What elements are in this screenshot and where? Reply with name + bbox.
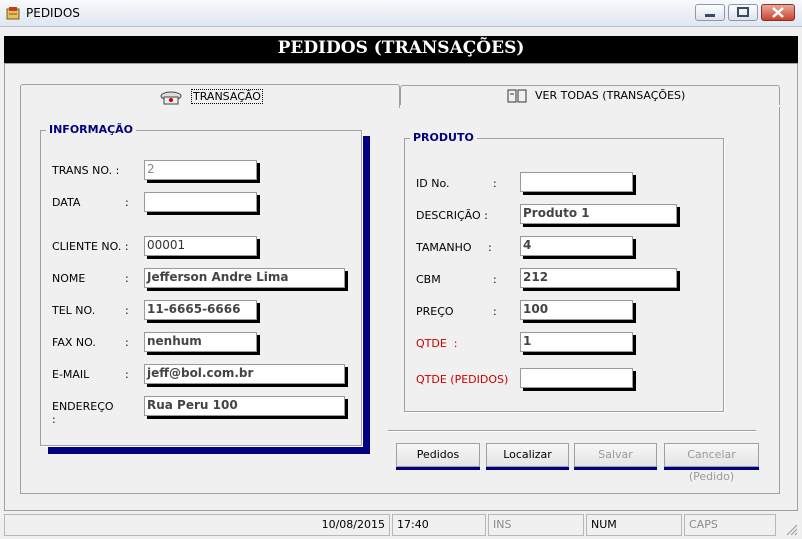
resize-grip-icon[interactable] <box>784 522 798 536</box>
maximize-icon <box>737 7 749 17</box>
telephone-icon <box>160 91 182 105</box>
tamanho-field[interactable]: 4 <box>520 236 633 256</box>
book-icon <box>507 89 527 103</box>
tab-ver-todas[interactable]: VER TODAS (TRANSAÇÕES) <box>400 85 780 105</box>
endereco-label: ENDEREÇO <box>52 400 114 413</box>
tab-transacao-label: TRANSAÇÃO <box>191 89 263 104</box>
endereco-field[interactable]: Rua Peru 100 <box>144 396 345 416</box>
descricao-label: DESCRIÇÃO : <box>416 209 488 222</box>
status-caps: CAPS <box>684 514 776 536</box>
close-icon <box>772 7 784 18</box>
fax-no-field[interactable]: nenhum <box>144 332 257 352</box>
qtde-label: QTDE : <box>416 337 458 350</box>
trans-no-field[interactable]: 2 <box>144 160 257 180</box>
pedidos-button[interactable]: Pedidos <box>396 443 480 467</box>
cbm-label: CBM <box>416 273 441 286</box>
fax-no-label: FAX NO. <box>52 336 96 349</box>
email-field[interactable]: jeff@bol.com.br <box>144 364 345 384</box>
page-title: PEDIDOS (TRANSAÇÕES) <box>277 38 525 58</box>
status-ins: INS <box>488 514 584 536</box>
informacao-title: INFORMAÇÃO <box>46 123 137 136</box>
nome-colon: : <box>125 272 129 285</box>
status-num: NUM <box>586 514 682 536</box>
descricao-field[interactable]: Produto 1 <box>520 204 677 224</box>
trans-no-label: TRANS NO. : <box>52 164 120 177</box>
header-banner: PEDIDOS (TRANSAÇÕES) <box>4 36 798 63</box>
tel-no-colon: : <box>125 304 129 317</box>
tamanho-colon: : <box>488 241 492 254</box>
nome-label: NOME <box>52 272 86 285</box>
close-button[interactable] <box>761 4 795 21</box>
tab-transacao[interactable]: TRANSAÇÃO <box>20 84 400 108</box>
data-field[interactable] <box>144 192 257 212</box>
qtde-pedidos-field[interactable] <box>520 368 633 388</box>
window-titlebar[interactable]: PEDIDOS <box>0 0 802 27</box>
id-no-colon: : <box>493 177 497 190</box>
status-date: 10/08/2015 <box>4 514 390 536</box>
qtde-field[interactable]: 1 <box>520 332 633 352</box>
tel-no-field[interactable]: 11-6665-6666 <box>144 300 257 320</box>
window-title: PEDIDOS <box>26 6 80 20</box>
preco-colon: : <box>493 305 497 318</box>
id-no-label: ID No. <box>416 177 450 190</box>
maximize-button[interactable] <box>728 4 758 21</box>
qtde-pedidos-label: QTDE (PEDIDOS) <box>416 373 509 386</box>
status-time: 17:40 <box>392 514 486 536</box>
email-label: E-MAIL <box>52 368 90 381</box>
nome-field[interactable]: Jefferson Andre Lima <box>144 268 345 288</box>
fax-no-colon: : <box>125 336 129 349</box>
cliente-no-label: CLIENTE NO. : <box>52 240 129 253</box>
app-icon <box>6 7 20 20</box>
tamanho-label: TAMANHO <box>416 241 472 254</box>
data-label: DATA <box>52 196 81 209</box>
email-colon: : <box>125 368 129 381</box>
produto-title: PRODUTO <box>410 131 477 144</box>
endereco-colon: : <box>52 413 56 426</box>
tel-no-label: TEL NO. <box>52 304 96 317</box>
minimize-icon <box>705 14 715 17</box>
tab-ver-todas-label: VER TODAS (TRANSAÇÕES) <box>535 89 686 102</box>
cliente-no-field[interactable]: 00001 <box>144 236 257 256</box>
salvar-button[interactable]: Salvar <box>574 443 657 467</box>
minimize-button[interactable] <box>695 4 725 21</box>
cbm-field[interactable]: 212 <box>520 268 677 288</box>
localizar-button[interactable]: Localizar <box>486 443 569 467</box>
cancelar-pedido-button[interactable]: Cancelar (Pedido) <box>664 443 759 483</box>
cbm-colon: : <box>493 273 497 286</box>
id-no-field[interactable] <box>520 172 633 192</box>
preco-label: PREÇO <box>416 305 454 318</box>
button-separator <box>388 430 756 432</box>
data-colon: : <box>125 196 129 209</box>
preco-field[interactable]: 100 <box>520 300 633 320</box>
